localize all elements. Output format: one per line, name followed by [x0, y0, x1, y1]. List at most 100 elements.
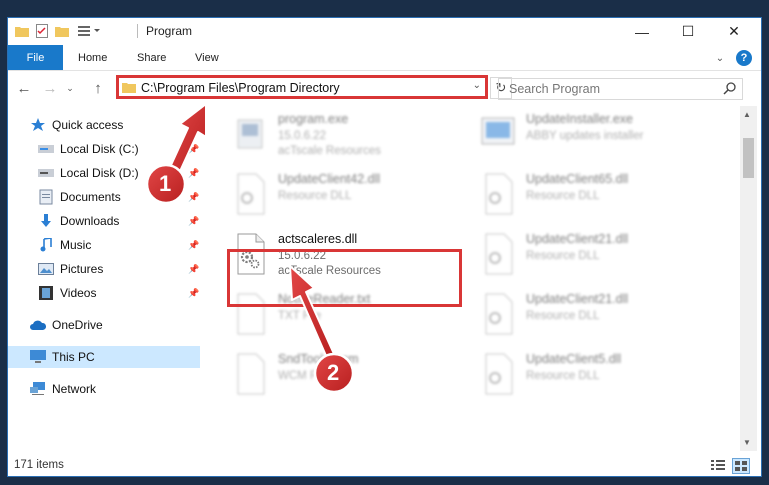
customize-toolbar-icon[interactable]	[76, 23, 104, 39]
navigation-bar: ← → ⌄ ↑ C:\Program Files\Program Directo…	[8, 71, 761, 105]
folder-icon[interactable]	[14, 23, 30, 39]
sidebar-item-label: Local Disk (D:)	[60, 166, 139, 180]
search-placeholder: Search Program	[509, 82, 601, 96]
title-separator	[137, 24, 138, 38]
dll-icon	[485, 293, 513, 335]
file-detail: TXT File	[278, 310, 322, 322]
folder-icon	[122, 81, 136, 96]
file-name: UpdateClient21.dll	[526, 232, 629, 246]
pin-icon[interactable]: 📌	[188, 192, 199, 203]
tab-share[interactable]: Share	[137, 45, 166, 70]
file-name: SndTools.wcm	[278, 352, 359, 366]
sidebar-item-label: Downloads	[60, 214, 120, 228]
star-icon	[30, 117, 46, 133]
file-item-updateclient5-dll[interactable]: UpdateClient5.dll Resource DLL	[480, 350, 720, 406]
search-icon	[723, 82, 736, 98]
help-button[interactable]: ?	[736, 50, 752, 66]
file-name: UpdateClient5.dll	[526, 352, 622, 366]
recent-locations-icon[interactable]: ⌄	[64, 79, 76, 97]
sidebar-item-pictures[interactable]: Pictures	[38, 258, 103, 280]
sidebar-item-label: Videos	[60, 286, 97, 300]
pin-icon[interactable]: 📌	[188, 240, 199, 251]
sidebar-item-label: OneDrive	[52, 318, 103, 332]
sidebar-item-label: Quick access	[52, 118, 124, 132]
address-path: C:\Program Files\Program Directory	[141, 81, 340, 95]
file-item-updateclient65-dll[interactable]: UpdateClient65.dll Resource DLL	[480, 170, 720, 226]
sidebar-item-music[interactable]: Music	[38, 234, 91, 256]
new-folder-icon[interactable]	[54, 23, 70, 39]
file-detail: acTscale Resources	[278, 145, 381, 157]
network-icon	[30, 381, 46, 397]
file-name: UpdateInstaller.exe	[526, 112, 634, 126]
file-detail: Resource DLL	[278, 190, 352, 202]
drive-icon	[38, 165, 54, 181]
window-title: Program	[146, 24, 193, 38]
sidebar-item-label: Pictures	[60, 262, 104, 276]
sidebar-item-documents[interactable]: Documents	[38, 186, 121, 208]
drive-icon	[38, 141, 54, 157]
file-name: program.exe	[278, 112, 349, 126]
documents-icon	[38, 189, 54, 205]
details-view-icon[interactable]	[710, 458, 726, 472]
file-item-updateclient21-dll-b[interactable]: UpdateClient21.dll Resource DLL	[480, 290, 720, 346]
expand-ribbon-icon[interactable]: ⌄	[714, 50, 726, 66]
dll-icon	[485, 233, 513, 275]
file-item-program-exe[interactable]: program.exe 15.0.6.22 acTscale Resources	[232, 110, 472, 166]
status-bar: 171 items	[8, 454, 761, 476]
download-icon	[38, 213, 54, 229]
file-highlight-box	[227, 249, 462, 307]
file-detail: Resource DLL	[526, 370, 600, 382]
large-icons-view-icon[interactable]	[732, 458, 750, 474]
back-button[interactable]: ←	[14, 79, 34, 97]
scrollbar-thumb[interactable]	[743, 138, 754, 178]
file-detail: Resource DLL	[526, 310, 600, 322]
sidebar-item-downloads[interactable]: Downloads	[38, 210, 119, 232]
file-detail: Resource DLL	[526, 250, 600, 262]
search-input[interactable]: Search Program	[498, 78, 743, 100]
step-marker-1: 1	[159, 171, 172, 196]
scroll-up-icon[interactable]: ▲	[743, 110, 751, 119]
file-name: actscaleres.dll	[278, 232, 358, 246]
file-detail: 15.0.6.22	[278, 130, 326, 142]
sidebar-item-label: Local Disk (C:)	[60, 142, 139, 156]
file-item-updateclient42-dll[interactable]: UpdateClient42.dll Resource DLL	[232, 170, 472, 226]
vertical-scrollbar[interactable]: ▲ ▼	[740, 106, 757, 451]
file-item-updateinstaller-exe[interactable]: UpdateInstaller.exe ABBY updates install…	[480, 110, 720, 166]
file-name: UpdateClient21.dll	[526, 292, 629, 306]
sidebar-item-this-pc[interactable]: This PC	[30, 346, 95, 368]
up-button[interactable]: ↑	[88, 79, 108, 97]
installer-icon	[481, 117, 515, 145]
forward-button[interactable]: →	[40, 79, 60, 97]
tab-file[interactable]: File	[8, 45, 63, 70]
sidebar-item-label: This PC	[52, 350, 95, 364]
sidebar-item-videos[interactable]: Videos	[38, 282, 96, 304]
file-item-updateclient21-dll[interactable]: UpdateClient21.dll Resource DLL	[480, 230, 720, 286]
pin-icon[interactable]: 📌	[188, 144, 199, 155]
close-button[interactable]: ✕	[711, 18, 757, 45]
minimize-button[interactable]: —	[619, 18, 665, 45]
pin-icon[interactable]: 📌	[188, 264, 199, 275]
pin-icon[interactable]: 📌	[188, 216, 199, 227]
tab-home[interactable]: Home	[78, 45, 107, 70]
title-bar: Program — ☐ ✕	[8, 18, 761, 45]
tab-view[interactable]: View	[195, 45, 219, 70]
sidebar-item-quick-access[interactable]: Quick access	[30, 114, 123, 136]
videos-icon	[38, 285, 54, 301]
step-marker-2: 2	[327, 360, 340, 385]
sidebar-item-onedrive[interactable]: OneDrive	[30, 314, 103, 336]
properties-icon[interactable]	[34, 23, 50, 39]
sidebar-item-network[interactable]: Network	[30, 378, 96, 400]
file-item-sndtools-wcm[interactable]: SndTools.wcm WCM File	[232, 350, 472, 406]
generic-file-icon	[237, 353, 265, 395]
sidebar-item-local-disk-c[interactable]: Local Disk (C:)	[38, 138, 139, 160]
maximize-button[interactable]: ☐	[665, 18, 711, 45]
item-count: 171 items	[14, 459, 64, 471]
address-bar[interactable]: C:\Program Files\Program Directory ⌄	[116, 75, 488, 99]
file-detail: ABBY updates installer	[526, 130, 644, 142]
chevron-down-icon[interactable]: ⌄	[473, 80, 481, 91]
sidebar-item-local-disk-d[interactable]: Local Disk (D:)	[38, 162, 139, 184]
cloud-icon	[30, 317, 46, 333]
pin-icon[interactable]: 📌	[188, 288, 199, 299]
scroll-down-icon[interactable]: ▼	[743, 438, 751, 447]
pin-icon[interactable]: 📌	[188, 168, 199, 179]
